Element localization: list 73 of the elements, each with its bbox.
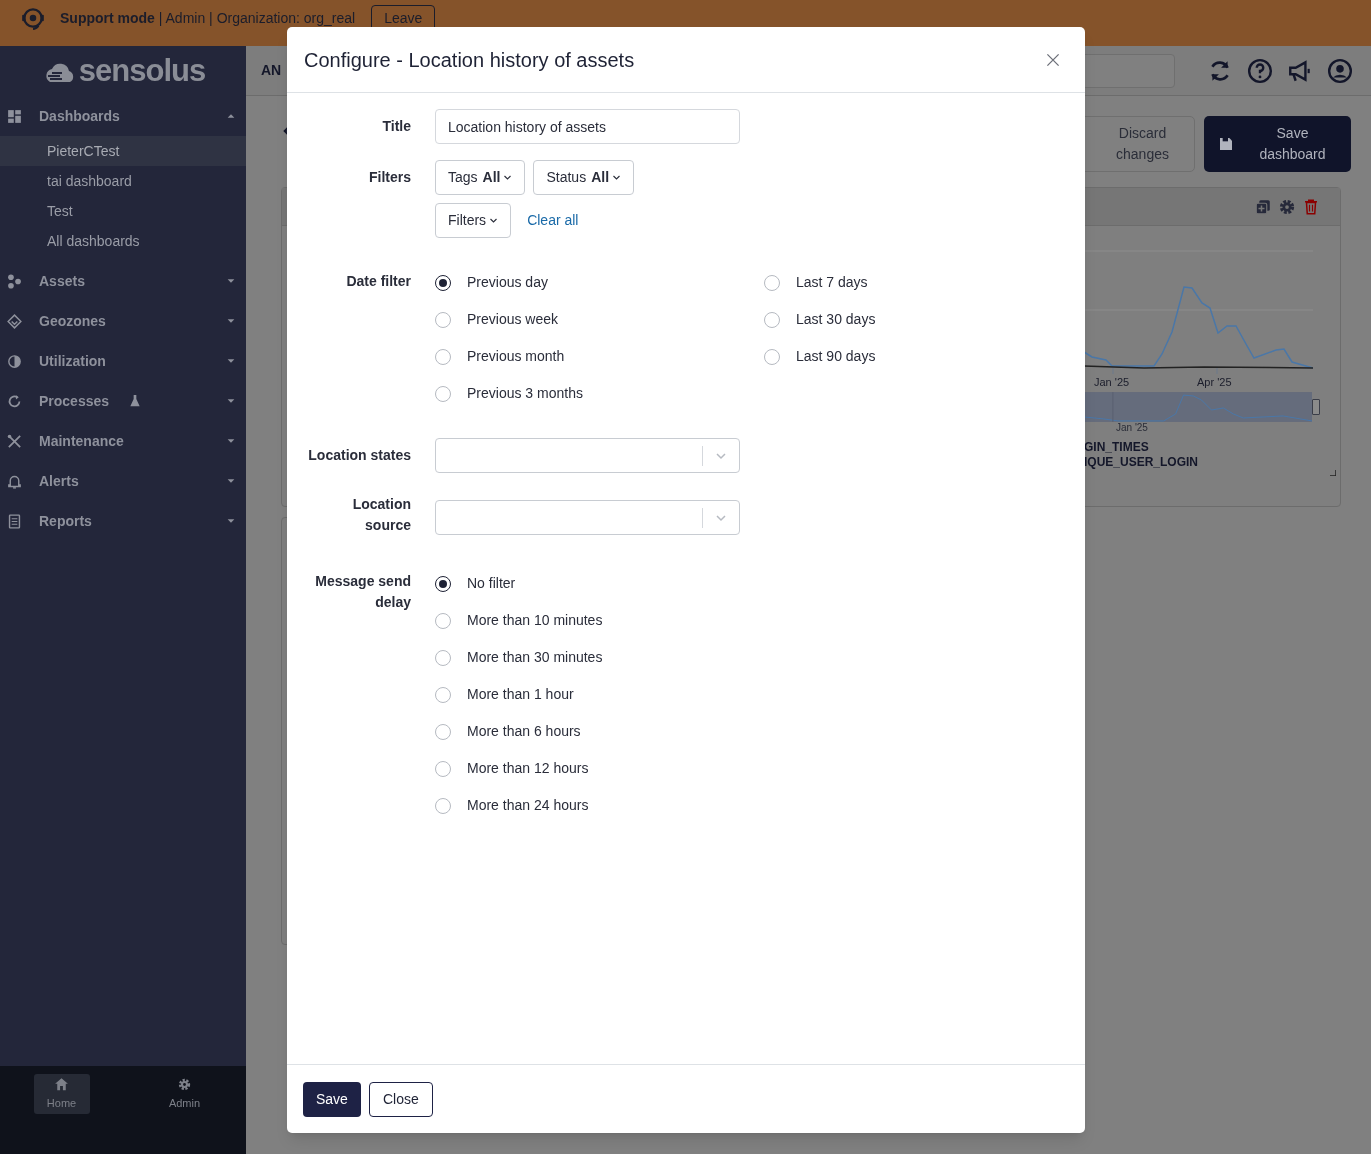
dashboard-link[interactable]: tai dashboard bbox=[0, 166, 246, 196]
dashboard-link[interactable]: All dashboards bbox=[0, 226, 246, 256]
select-field[interactable] bbox=[435, 500, 740, 535]
axis-label: Apr '25 bbox=[1197, 375, 1232, 390]
option-label: More than 12 hours bbox=[467, 759, 589, 778]
option-label: More than 10 minutes bbox=[467, 611, 603, 630]
sidebar-item[interactable]: Utilization bbox=[0, 341, 246, 381]
sidebar-item[interactable]: Dashboards bbox=[0, 96, 246, 136]
help-icon[interactable] bbox=[1247, 57, 1273, 84]
legend-label[interactable]: IQUE_USER_LOGIN bbox=[1084, 455, 1340, 470]
page-title: AN bbox=[261, 61, 282, 80]
sidebar-item[interactable]: Alerts bbox=[0, 461, 246, 501]
option-label: Last 30 days bbox=[796, 310, 876, 329]
axis-label: Jan '25 bbox=[1094, 375, 1130, 390]
nav-button[interactable]: Admin bbox=[156, 1074, 213, 1114]
close-button[interactable]: Close bbox=[368, 1081, 433, 1117]
option-label: Previous month bbox=[467, 347, 565, 366]
field-label: Title bbox=[382, 117, 411, 136]
sidebar-item[interactable]: Processes bbox=[0, 381, 246, 421]
pie-icon bbox=[6, 352, 23, 370]
option-label: Last 7 days bbox=[796, 273, 868, 292]
user-avatar-icon[interactable] bbox=[1327, 57, 1353, 84]
option-label: Last 90 days bbox=[796, 347, 876, 366]
settings-icon[interactable] bbox=[1278, 197, 1296, 216]
sidebar-item[interactable]: Assets bbox=[0, 261, 246, 301]
option-label: More than 6 hours bbox=[467, 722, 581, 741]
filter-dropdown[interactable]: Tags All bbox=[435, 160, 526, 195]
field-label: Message send delay bbox=[314, 572, 411, 612]
option-label: Previous day bbox=[467, 273, 548, 292]
field-label: Filters bbox=[369, 168, 411, 187]
sidebar-item[interactable]: Geozones bbox=[0, 301, 246, 341]
refresh-icon bbox=[6, 392, 23, 410]
chevron-down-icon bbox=[503, 173, 513, 182]
document-icon bbox=[6, 512, 23, 530]
nav-button[interactable]: Home bbox=[33, 1074, 90, 1114]
modal-title: Configure - Location history of assets bbox=[304, 47, 635, 73]
save-button[interactable]: Save bbox=[303, 1081, 361, 1117]
option-label: More than 30 minutes bbox=[467, 648, 603, 667]
select-field[interactable] bbox=[435, 438, 740, 473]
option-label: More than 1 hour bbox=[467, 685, 574, 704]
option-label: Previous week bbox=[467, 310, 559, 329]
field-label: Location source bbox=[351, 495, 411, 535]
filter-dropdown[interactable]: Status All bbox=[533, 160, 635, 195]
axis-label: Jan '25 bbox=[1116, 422, 1149, 434]
duplicate-icon[interactable] bbox=[1254, 197, 1272, 216]
field-label: Date filter bbox=[346, 272, 411, 291]
dashboard-link[interactable]: PieterCTest bbox=[0, 136, 246, 166]
sidebar-item[interactable]: Reports bbox=[0, 501, 246, 541]
close-icon[interactable] bbox=[1045, 51, 1061, 68]
filters-dropdown[interactable]: Filters bbox=[435, 203, 512, 238]
chevron-down-icon bbox=[489, 216, 499, 225]
megaphone-icon[interactable] bbox=[1287, 57, 1313, 84]
cluster-icon bbox=[6, 272, 23, 290]
option-label: No filter bbox=[467, 574, 516, 593]
support-mode-text: Support mode | Admin | Organization: org_real bbox=[60, 10, 356, 26]
diamond-icon bbox=[6, 312, 23, 330]
trash-icon[interactable] bbox=[1302, 197, 1320, 216]
legend-label[interactable]: GIN_TIMES bbox=[1084, 440, 1340, 455]
tools-icon bbox=[6, 432, 23, 450]
field-label: Location states bbox=[308, 446, 411, 465]
dashboard-grid-icon bbox=[6, 107, 23, 125]
title-input[interactable]: Location history of assets bbox=[435, 109, 740, 144]
chevron-down-icon bbox=[612, 173, 622, 182]
headset-gear-icon bbox=[20, 5, 46, 31]
sidebar-item[interactable]: Maintenance bbox=[0, 421, 246, 461]
navigator-handle[interactable] bbox=[1312, 399, 1320, 415]
option-label: Previous 3 months bbox=[467, 384, 583, 403]
logo-text: sensolus bbox=[78, 51, 206, 90]
resize-handle-icon[interactable] bbox=[1330, 470, 1336, 476]
dashboard-link[interactable]: Test bbox=[0, 196, 246, 226]
clear-all-link[interactable]: Clear all bbox=[527, 210, 579, 231]
option-label: More than 24 hours bbox=[467, 796, 589, 815]
save-dashboard-button[interactable]: Save dashboard bbox=[1204, 115, 1351, 172]
